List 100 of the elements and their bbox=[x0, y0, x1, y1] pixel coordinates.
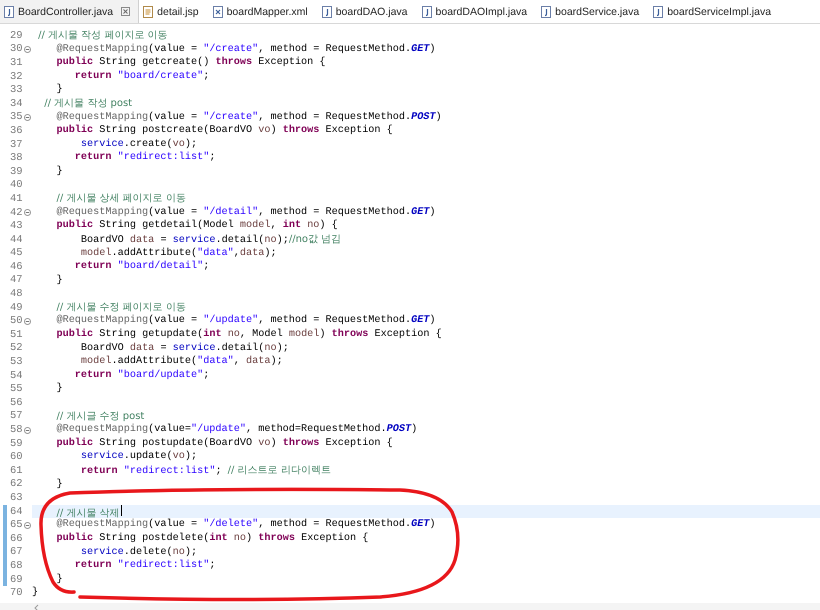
line-number: 63 bbox=[10, 492, 23, 504]
line-number: 29 bbox=[10, 30, 23, 42]
java-file-icon bbox=[653, 6, 664, 18]
code-line: @RequestMapping(value = "/update", method = RequestMethod.GET) bbox=[55, 314, 437, 328]
fold-icon[interactable] bbox=[24, 209, 31, 216]
code-line: // 게시물 작성 post bbox=[43, 96, 134, 111]
line-number: 40 bbox=[10, 179, 23, 192]
line-number: 31 bbox=[10, 56, 23, 69]
line-number: 49 bbox=[10, 302, 23, 314]
line-number: 39 bbox=[10, 166, 23, 178]
code-line: // 게시물 상세 페이지로 이동 bbox=[55, 192, 187, 206]
fold-icon[interactable] bbox=[24, 46, 31, 53]
code-line: @RequestMapping(value = "/delete", method = RequestMethod.GET) bbox=[55, 518, 437, 532]
java-file-icon bbox=[422, 6, 432, 18]
line-number: 52 bbox=[10, 342, 23, 354]
code-line: return "redirect:list"; bbox=[74, 151, 216, 165]
code-line: service.create(vo); bbox=[80, 138, 198, 152]
code-line: return "board/create"; bbox=[74, 70, 210, 84]
line-number: 30 bbox=[10, 43, 23, 56]
fold-icon[interactable] bbox=[24, 522, 31, 529]
code-line: service.update(vo); bbox=[80, 450, 198, 464]
line-number: 55 bbox=[10, 383, 23, 396]
code-line: } bbox=[55, 382, 64, 396]
code-line: public String postupdate(BoardVO vo) throws Exception { bbox=[55, 436, 394, 450]
code-line: public String getdetail(Model model, int no) { bbox=[55, 219, 339, 233]
line-number: 53 bbox=[10, 356, 23, 368]
line-number: 56 bbox=[10, 396, 23, 409]
code-line: public String getcreate() throws Exception { bbox=[55, 56, 327, 70]
code-line: @RequestMapping(value = "/create", method = RequestMethod.GET) bbox=[55, 42, 437, 56]
code-line: BoardVO data = service.detail(no);//no값 넘김 bbox=[80, 232, 342, 246]
fold-icon[interactable] bbox=[24, 426, 31, 434]
editor-tab[interactable]: boardService.java bbox=[537, 0, 650, 23]
line-number: 62 bbox=[10, 478, 23, 490]
line-number: 47 bbox=[10, 274, 23, 286]
line-number: 42 bbox=[10, 206, 23, 219]
line-number: 67 bbox=[10, 546, 23, 558]
code-line: @RequestMapping(value = "/detail", method = RequestMethod.GET) bbox=[55, 206, 437, 220]
line-number: 37 bbox=[10, 138, 23, 151]
line-number: 35 bbox=[10, 111, 23, 124]
code-line: model.addAttribute("data", data); bbox=[80, 355, 284, 369]
line-number: 44 bbox=[10, 234, 23, 246]
java-file-icon bbox=[322, 6, 332, 18]
line-number: 34 bbox=[10, 98, 23, 110]
code-line: return "redirect:list"; // 리스트로 리다이렉트 bbox=[80, 464, 332, 478]
code-line: // 게시글 수정 post bbox=[55, 410, 146, 424]
close-icon[interactable] bbox=[121, 7, 130, 16]
line-number: 54 bbox=[10, 370, 23, 382]
code-line: service.delete(no); bbox=[80, 546, 198, 560]
code-line: return "redirect:list"; bbox=[74, 559, 216, 573]
code-line: } bbox=[55, 572, 64, 586]
editor-tab[interactable]: boardServiceImpl.java bbox=[649, 0, 782, 23]
code-line: public String getupdate(int no, Model model) throws Exception { bbox=[55, 328, 443, 342]
line-number: 43 bbox=[10, 220, 23, 232]
line-number: 36 bbox=[10, 124, 23, 137]
code-line: @RequestMapping(value="/update", method=RequestMethod.POST) bbox=[55, 423, 418, 437]
line-number: 32 bbox=[10, 70, 23, 83]
code-line: public String postdelete(int no) throws Exception { bbox=[55, 532, 370, 546]
code-line: // 게시물 작성 페이지로 이동 bbox=[37, 29, 169, 43]
code-line: } bbox=[55, 478, 64, 492]
line-number: 58 bbox=[10, 424, 23, 436]
line-number: 41 bbox=[10, 192, 23, 205]
code-line: public String postcreate(BoardVO vo) throws Exception { bbox=[55, 124, 394, 138]
fold-icon[interactable] bbox=[24, 318, 31, 325]
line-number: 50 bbox=[10, 315, 23, 328]
line-number: 46 bbox=[10, 260, 23, 273]
editor-tab[interactable]: boardDAO.java bbox=[318, 0, 418, 23]
line-number: 68 bbox=[10, 560, 23, 572]
line-number: 69 bbox=[10, 574, 23, 586]
code-line: return "board/detail"; bbox=[74, 260, 210, 274]
line-number: 33 bbox=[10, 84, 23, 96]
scroll-left-icon[interactable] bbox=[34, 604, 39, 610]
line-number: 48 bbox=[10, 288, 23, 300]
xml-file-icon bbox=[212, 6, 223, 18]
editor-tab[interactable]: detail.jsp bbox=[139, 0, 209, 23]
fold-icon[interactable] bbox=[24, 114, 31, 121]
code-line: @RequestMapping(value = "/create", method = RequestMethod.POST) bbox=[55, 110, 443, 124]
line-number: 59 bbox=[10, 438, 23, 450]
line-number: 61 bbox=[10, 464, 23, 477]
java-file-icon bbox=[4, 6, 14, 18]
code-line: } bbox=[32, 586, 40, 600]
editor-tab[interactable]: BoardController.java bbox=[0, 0, 140, 23]
code-line: } bbox=[55, 164, 64, 179]
line-number: 57 bbox=[10, 410, 23, 422]
line-number: 51 bbox=[10, 328, 23, 341]
line-number: 66 bbox=[10, 532, 23, 545]
code-line: model.addAttribute("data",data); bbox=[80, 246, 278, 260]
java-file-icon bbox=[541, 6, 552, 18]
editor-tab[interactable]: boardMapper.xml bbox=[208, 0, 318, 23]
line-number: 64 bbox=[10, 506, 23, 518]
jsp-file-icon bbox=[143, 6, 154, 18]
code-line: return "board/update"; bbox=[74, 368, 210, 382]
editor-tab[interactable]: boardDAOImpl.java bbox=[418, 0, 538, 23]
line-number: 60 bbox=[10, 451, 23, 464]
code-line: } bbox=[55, 83, 64, 97]
code-line: } bbox=[55, 274, 64, 288]
code-line: // 게시물 수정 페이지로 이동 bbox=[55, 300, 187, 314]
line-number: 70 bbox=[10, 587, 23, 600]
code-line: BoardVO data = service.detail(no); bbox=[80, 342, 290, 356]
line-number: 65 bbox=[10, 519, 23, 532]
line-number: 38 bbox=[10, 152, 23, 164]
